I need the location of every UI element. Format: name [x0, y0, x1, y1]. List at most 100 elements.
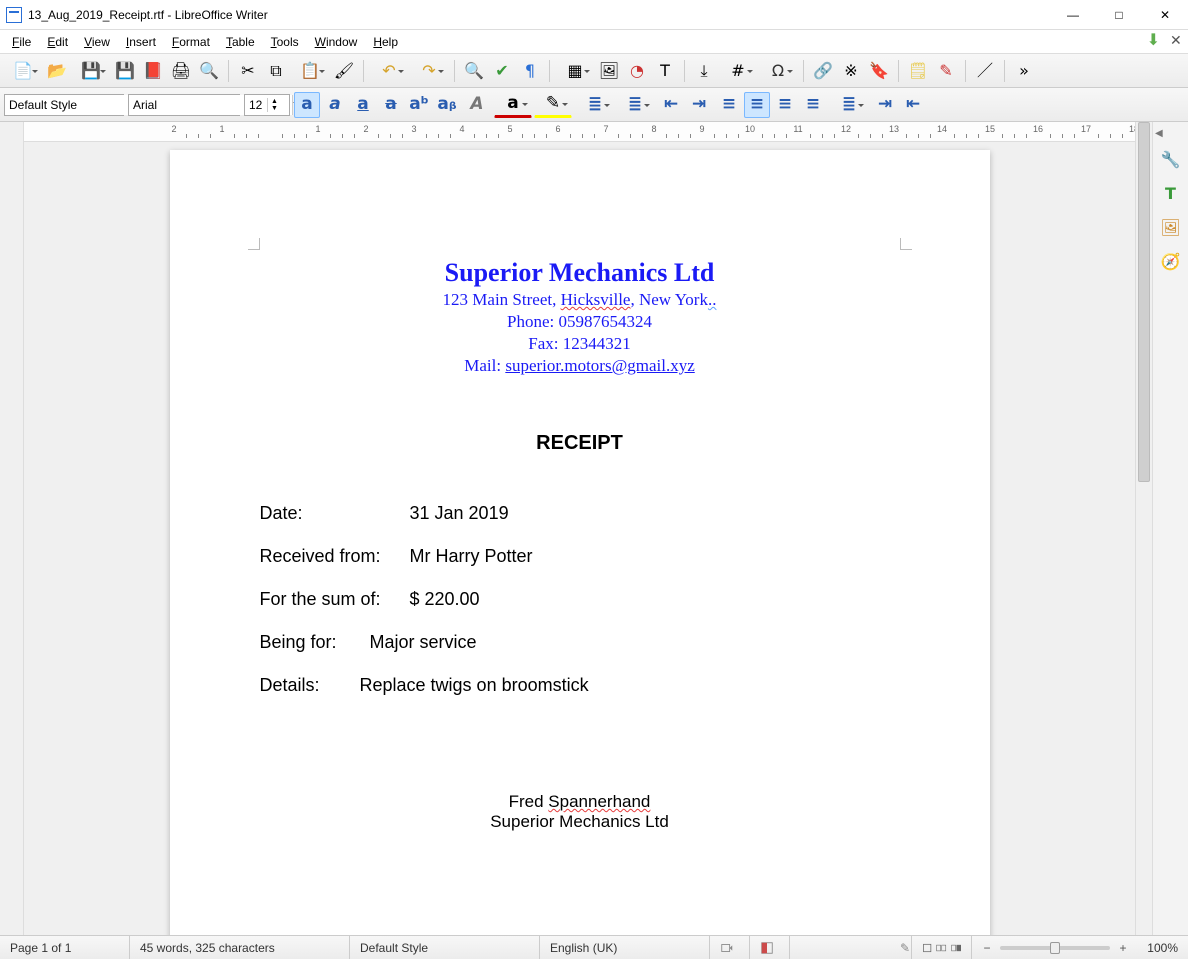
line-button[interactable]: ／	[972, 58, 998, 84]
zoom-slider[interactable]	[1000, 946, 1110, 950]
status-page[interactable]: Page 1 of 1	[0, 936, 130, 959]
bold-button[interactable]: a	[294, 92, 320, 118]
numbering-button[interactable]: ≣	[616, 92, 654, 118]
menu-table[interactable]: Table	[218, 33, 263, 51]
pdf-button[interactable]: 📕	[140, 58, 166, 84]
align-center-button[interactable]: ≡	[744, 92, 770, 118]
cut-button[interactable]: ✂	[235, 58, 261, 84]
insert-note-button[interactable]: 🗒	[905, 58, 931, 84]
sidebar-collapse-icon[interactable]: ◀	[1155, 128, 1165, 139]
special-char-icon: Ω	[772, 63, 784, 79]
footnote-button[interactable]: ※	[838, 58, 864, 84]
scrollbar-thumb[interactable]	[1138, 122, 1150, 482]
special-char-button[interactable]: Ω	[759, 58, 797, 84]
hyperlink-button[interactable]: 🔗	[810, 58, 836, 84]
close-button[interactable]: ✕	[1142, 0, 1188, 30]
menu-insert[interactable]: Insert	[118, 33, 164, 51]
update-icon[interactable]: ⬇	[1147, 32, 1160, 48]
zoom-slider-knob[interactable]	[1050, 942, 1060, 954]
menu-view[interactable]: View	[76, 33, 118, 51]
save-button[interactable]: 💾	[72, 58, 110, 84]
track-changes-button[interactable]: ✎	[933, 58, 959, 84]
inc-indent-button[interactable]: ⇥	[872, 92, 898, 118]
ruler-number: 15	[985, 124, 995, 134]
status-zoom[interactable]: 100%	[1138, 936, 1188, 959]
minimize-button[interactable]: —	[1050, 0, 1096, 30]
font-name-combo[interactable]	[128, 94, 240, 116]
font-size-combo[interactable]: ▲ ▼	[244, 94, 290, 116]
italic-button[interactable]: a	[322, 92, 348, 118]
copy-button[interactable]: ⧉	[263, 58, 289, 84]
underline-button[interactable]: a	[350, 92, 376, 118]
undo-button[interactable]: ↶	[370, 58, 408, 84]
page[interactable]: Superior Mechanics Ltd 123 Main Street, …	[170, 150, 990, 935]
subscript-button[interactable]: aᵦ	[434, 92, 460, 118]
strike-button[interactable]: a	[378, 92, 404, 118]
document-scroll-area[interactable]: Superior Mechanics Ltd 123 Main Street, …	[24, 142, 1135, 935]
view-layout-buttons[interactable]	[912, 936, 972, 959]
save-as-button[interactable]: 💾	[112, 58, 138, 84]
field-button[interactable]: #	[719, 58, 757, 84]
status-style[interactable]: Default Style	[350, 936, 540, 959]
more-icon: »	[1019, 63, 1029, 79]
font-size-up[interactable]: ▲	[267, 98, 281, 105]
font-size-input[interactable]	[245, 95, 267, 115]
align-left-button[interactable]: ≡	[716, 92, 742, 118]
status-signature-icon[interactable]: ✎	[890, 936, 912, 959]
justify-button[interactable]: ≡	[800, 92, 826, 118]
highlight-button[interactable]: ✎	[534, 92, 572, 118]
dec-indent-button[interactable]: ⇤	[900, 92, 926, 118]
indent-button[interactable]: ⇥	[686, 92, 712, 118]
open-button[interactable]: 📂	[44, 58, 70, 84]
zoom-control[interactable]: − +	[972, 941, 1138, 955]
menu-window[interactable]: Window	[307, 33, 366, 51]
status-insert-mode[interactable]	[710, 936, 750, 959]
status-wordcount[interactable]: 45 words, 325 characters	[130, 936, 350, 959]
page-break-icon: ⤓	[700, 63, 707, 79]
chart-button[interactable]: ◔	[624, 58, 650, 84]
image-button[interactable]: 🖼	[596, 58, 622, 84]
clone-format-button[interactable]: 🖌	[331, 58, 357, 84]
clearfmt-button[interactable]: A	[464, 92, 490, 118]
bookmark-button[interactable]: 🔖	[866, 58, 892, 84]
find-button[interactable]: 🔍	[461, 58, 487, 84]
more-button[interactable]: »	[1011, 58, 1037, 84]
font-size-down[interactable]: ▼	[267, 105, 281, 112]
table-button[interactable]: ▦	[556, 58, 594, 84]
align-right-button[interactable]: ≡	[772, 92, 798, 118]
menu-file[interactable]: File	[4, 33, 39, 51]
close-document-button[interactable]: ✕	[1170, 34, 1182, 46]
formatting-marks-button[interactable]: ¶	[517, 58, 543, 84]
superscript-button[interactable]: aᵇ	[406, 92, 432, 118]
line-spacing-button[interactable]: ≣	[830, 92, 868, 118]
font-color-button[interactable]: a	[494, 92, 532, 118]
sidebar-gallery-icon[interactable]: 🖼	[1158, 215, 1184, 241]
vertical-scrollbar[interactable]	[1135, 122, 1152, 935]
zoom-out-button[interactable]: −	[980, 941, 994, 955]
paste-button[interactable]: 📋	[291, 58, 329, 84]
page-break-button[interactable]: ⤓	[691, 58, 717, 84]
sidebar-properties-icon[interactable]: 🔧	[1158, 147, 1184, 173]
paragraph-style-combo[interactable]	[4, 94, 124, 116]
new-button[interactable]: 📄	[4, 58, 42, 84]
textbox-button[interactable]: T	[652, 58, 678, 84]
menu-tools[interactable]: Tools	[263, 33, 307, 51]
print-button[interactable]: 🖨	[168, 58, 194, 84]
menu-edit[interactable]: Edit	[39, 33, 76, 51]
sidebar-styles-icon[interactable]: T	[1158, 181, 1184, 207]
company-mail-link[interactable]: superior.motors@gmail.xyz	[505, 356, 694, 375]
italic-icon: a	[329, 96, 340, 113]
menu-format[interactable]: Format	[164, 33, 218, 51]
status-selection-mode[interactable]	[750, 936, 790, 959]
print-preview-button[interactable]: 🔍	[196, 58, 222, 84]
outdent-button[interactable]: ⇤	[658, 92, 684, 118]
bullets-button[interactable]: ≣	[576, 92, 614, 118]
maximize-button[interactable]: □	[1096, 0, 1142, 30]
zoom-in-button[interactable]: +	[1116, 941, 1130, 955]
status-language[interactable]: English (UK)	[540, 936, 710, 959]
sidebar-navigator-icon[interactable]: 🧭	[1158, 249, 1184, 275]
menu-help[interactable]: Help	[365, 33, 406, 51]
horizontal-ruler[interactable]: 2112345678910111213141516171819	[24, 122, 1135, 142]
spellcheck-button[interactable]: ✔	[489, 58, 515, 84]
redo-button[interactable]: ↷	[410, 58, 448, 84]
